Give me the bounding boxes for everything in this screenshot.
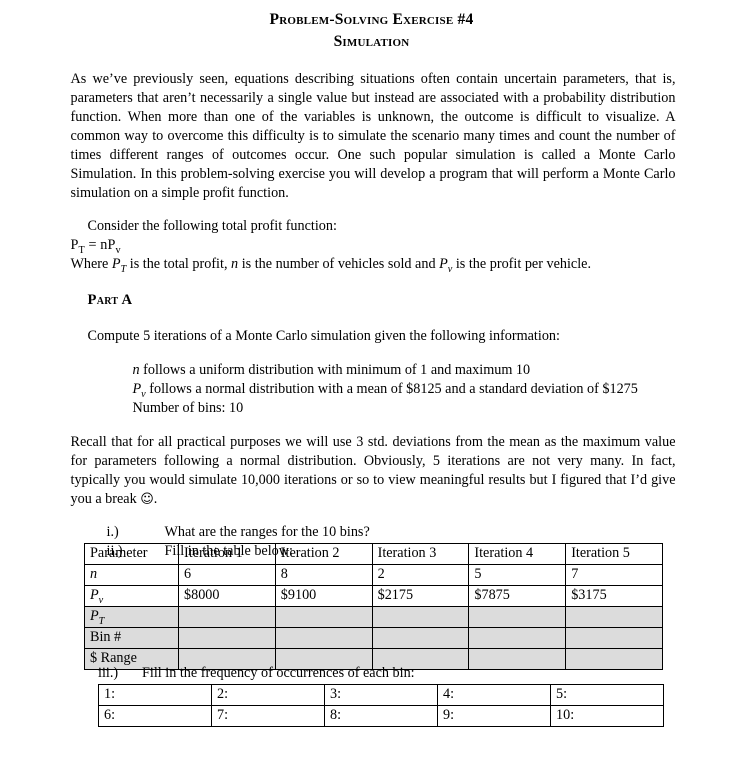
bin-cell-1[interactable]: 1: <box>98 684 212 706</box>
n-symbol: n <box>132 362 140 379</box>
column-header-iteration-1: Iteration 1 <box>178 543 276 565</box>
bin-cell-6[interactable]: 6: <box>98 705 212 727</box>
list-item: i.) What are the ranges for the 10 bins? <box>107 523 676 542</box>
bin-cell-7[interactable]: 7: <box>211 705 325 727</box>
formula-rhs: nPv <box>100 237 121 257</box>
table-cell-blank[interactable] <box>468 627 567 649</box>
list-item-label: What are the ranges for the 10 bins? <box>164 524 370 541</box>
table-row: n 6 8 2 5 7 <box>84 564 663 586</box>
bin-cell-2[interactable]: 2: <box>211 684 325 706</box>
table-cell-blank[interactable] <box>565 606 663 628</box>
table-header-row: Parameter Iteration 1 Iteration 2 Iterat… <box>84 543 663 565</box>
bin-cell-8[interactable]: 8: <box>324 705 438 727</box>
table-cell-blank[interactable] <box>371 606 470 628</box>
title-line-primary: Problem-Solving Exercise #4 <box>269 11 474 28</box>
table-cell-blank[interactable] <box>468 648 567 670</box>
row-label-bin-number: Bin # <box>84 627 179 649</box>
bin-cell-9[interactable]: 9: <box>437 705 551 727</box>
list-item-number: iii.) <box>98 665 119 681</box>
pv-symbol: Pv <box>439 256 453 275</box>
formula-lhs: PT <box>70 237 85 257</box>
table-row: Bin # <box>84 627 663 649</box>
title-line-secondary: Simulation <box>333 33 410 51</box>
intro-paragraph: As we’ve previously seen, equations desc… <box>70 71 676 201</box>
iteration-table: Parameter Iteration 1 Iteration 2 Iterat… <box>84 543 663 670</box>
row-label-n: n <box>84 564 179 586</box>
table-cell-blank[interactable] <box>565 627 663 649</box>
table-row: 1: 2: 3: 4: 5: <box>98 684 664 706</box>
table-cell-blank[interactable] <box>178 606 276 628</box>
row-label-pv: Pv <box>84 585 179 607</box>
table-cell-blank[interactable] <box>468 606 567 628</box>
smiley-icon: ☺ <box>140 491 154 507</box>
table-row: Pv $8000 $9100 $2175 $7875 $3175 <box>84 585 663 607</box>
pv-symbol: Pv <box>132 381 146 401</box>
bin-cell-3[interactable]: 3: <box>324 684 438 706</box>
list-item-number: i.) <box>106 524 119 541</box>
table-cell[interactable]: 8 <box>274 564 373 586</box>
document-title: Problem-Solving Exercise #4 Simulation <box>0 9 743 53</box>
table-row: 6: 7: 8: 9: 10: <box>98 705 664 727</box>
column-header-iteration-5: Iteration 5 <box>565 543 663 565</box>
recall-paragraph: Recall that for all practical purposes w… <box>70 433 676 507</box>
bin-cell-4[interactable]: 4: <box>437 684 551 706</box>
table-cell-blank[interactable] <box>274 627 373 649</box>
table-cell[interactable]: $8000 <box>178 585 276 607</box>
formula-equals: = <box>88 237 97 254</box>
table-cell-blank[interactable] <box>274 606 373 628</box>
table-cell-blank[interactable] <box>371 627 470 649</box>
part-a-heading: Part A <box>87 292 133 309</box>
column-header-parameter: Parameter <box>84 543 179 565</box>
table-cell[interactable]: 2 <box>371 564 470 586</box>
table-cell-blank[interactable] <box>565 648 663 670</box>
table-cell[interactable]: 6 <box>178 564 276 586</box>
where-line: Where PT is the total profit, n is the n… <box>70 256 592 275</box>
table-cell[interactable]: $3175 <box>565 585 663 607</box>
column-header-iteration-3: Iteration 3 <box>371 543 470 565</box>
table-row: PT <box>84 606 663 628</box>
bin-cell-10[interactable]: 10: <box>550 705 664 727</box>
consider-line: Consider the following total profit func… <box>87 218 337 235</box>
bins-instruction: iii.) Fill in the frequency of occurrenc… <box>98 664 415 683</box>
table-cell[interactable]: $2175 <box>371 585 470 607</box>
table-cell[interactable]: 7 <box>565 564 663 586</box>
assumption-pv: Pv follows a normal distribution with a … <box>132 381 638 401</box>
table-cell[interactable]: $9100 <box>274 585 373 607</box>
bins-frequency-table: 1: 2: 3: 4: 5: 6: 7: 8: 9: 10: <box>98 684 664 727</box>
document-body: As we’ve previously seen, equations desc… <box>68 70 676 561</box>
table-cell[interactable]: $7875 <box>468 585 567 607</box>
list-item-label: Fill in the frequency of occurrences of … <box>142 665 415 681</box>
table-cell[interactable]: 5 <box>468 564 567 586</box>
document-page: Problem-Solving Exercise #4 Simulation A… <box>0 0 743 764</box>
column-header-iteration-4: Iteration 4 <box>468 543 567 565</box>
assumption-n: n follows a uniform distribution with mi… <box>132 362 531 379</box>
assumptions-block: n follows a uniform distribution with mi… <box>71 361 676 418</box>
pt-symbol: PT <box>111 256 127 275</box>
bin-cell-5[interactable]: 5: <box>550 684 664 706</box>
profit-formula: PT = nPv <box>71 236 676 255</box>
assumption-bins: Number of bins: 10 <box>132 400 244 417</box>
row-label-pt: PT <box>84 606 179 628</box>
column-header-iteration-2: Iteration 2 <box>274 543 373 565</box>
compute-instruction: Compute 5 iterations of a Monte Carlo si… <box>87 328 560 345</box>
table-cell-blank[interactable] <box>178 627 276 649</box>
